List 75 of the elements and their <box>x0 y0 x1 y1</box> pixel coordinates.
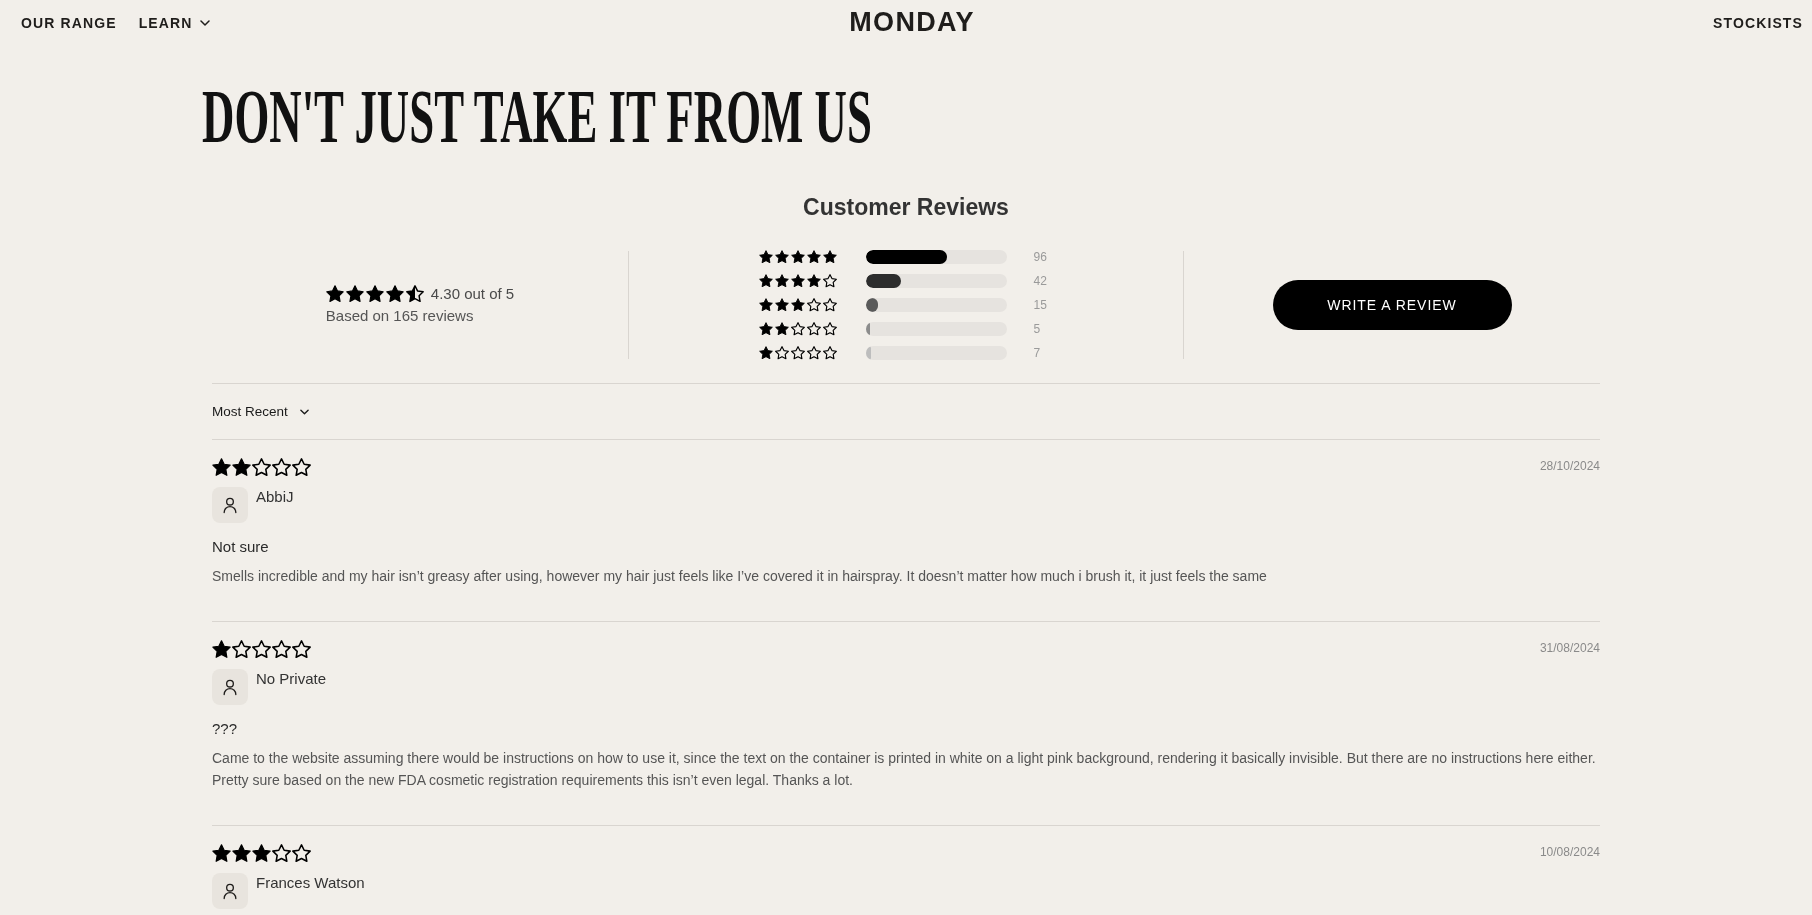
person-icon <box>212 873 248 909</box>
star-outline-icon <box>806 346 821 360</box>
star-icon <box>212 640 231 659</box>
chevron-down-icon <box>299 408 309 415</box>
star-outline-icon <box>822 322 837 336</box>
star-icon <box>232 458 251 477</box>
star-icon <box>806 274 821 288</box>
section-title: Customer Reviews <box>802 193 1010 221</box>
star-icon <box>806 250 821 264</box>
star-outline-icon <box>774 346 789 360</box>
nav-link[interactable]: STOCKISTS <box>1713 15 1803 30</box>
star-outline-icon <box>252 458 271 477</box>
star-outline-icon <box>292 458 311 477</box>
sort-dropdown[interactable]: Most Recent <box>212 402 309 421</box>
star-icon <box>758 298 773 312</box>
page-heading: DON'T JUST TAKE IT FROM US <box>202 78 872 154</box>
review-title: ??? <box>212 719 239 739</box>
reviewer-name: AbbiJ <box>256 487 294 507</box>
star-icon <box>758 346 773 360</box>
rating-count: 15 <box>1033 297 1048 313</box>
star-icon <box>774 322 789 336</box>
star-icon <box>325 285 344 303</box>
review-body: Smells incredible and my hair isn’t greasy after using, however my hair just feels like I’ve covered it in hairspray. It doesn’t matter how much i brush it, it just feels the same <box>212 567 1268 586</box>
star-icon <box>345 285 364 303</box>
average-rating: 4.30 out of 5 <box>430 284 515 304</box>
star-outline-icon <box>292 844 311 863</box>
review-title: Not sure <box>212 537 270 557</box>
star-icon <box>758 274 773 288</box>
star-outline-icon <box>790 346 805 360</box>
star-outline-icon <box>822 274 837 288</box>
person-icon <box>212 669 248 705</box>
star-outline-icon <box>232 640 251 659</box>
star-outline-icon <box>806 298 821 312</box>
star-icon <box>365 285 384 303</box>
star-icon <box>774 298 789 312</box>
star-icon <box>385 285 404 303</box>
star-icon <box>774 274 789 288</box>
star-icon <box>212 844 231 863</box>
nav-dropdown[interactable]: LEARN <box>138 15 211 30</box>
star-icon <box>790 298 805 312</box>
star-icon <box>758 250 773 264</box>
star-outline-icon <box>822 298 837 312</box>
review-date: 31/08/2024 <box>1539 640 1600 656</box>
star-outline-icon <box>252 640 271 659</box>
review-body: Came to the website assuming there would be instructions on how to use it, since the text on the container is printed in white on a light pink background, rendering it basically invisible. But there are no instructions here either. Pretty sure based on the new FDA cosmetic registration requirements this isn’t even legal. Thanks a lot. <box>212 749 1597 790</box>
star-icon <box>790 274 805 288</box>
rating-count: 96 <box>1033 249 1048 265</box>
star-icon <box>774 250 789 264</box>
star-outline-icon <box>292 640 311 659</box>
write-review-button[interactable]: WRITE A REVIEW <box>1272 280 1512 330</box>
star-icon <box>252 844 271 863</box>
star-outline-icon <box>272 458 291 477</box>
review-date: 10/08/2024 <box>1539 844 1600 860</box>
star-outline-icon <box>822 346 837 360</box>
rating-count: 5 <box>1033 321 1042 337</box>
rating-count: 7 <box>1033 345 1042 361</box>
star-icon <box>212 458 231 477</box>
person-icon <box>212 487 248 523</box>
star-outline-icon <box>790 322 805 336</box>
star-outline-icon <box>272 640 291 659</box>
star-icon <box>790 250 805 264</box>
reviewer-name: No Private <box>256 669 327 689</box>
star-outline-icon <box>272 844 291 863</box>
chevron-down-icon <box>200 19 211 26</box>
rating-count: 42 <box>1033 273 1048 289</box>
nav-link[interactable]: OUR RANGE <box>21 15 117 30</box>
star-icon <box>232 844 251 863</box>
star-outline-icon <box>806 322 821 336</box>
half-star-icon <box>405 285 424 303</box>
star-icon <box>822 250 837 264</box>
star-icon <box>758 322 773 336</box>
reviewer-name: Frances Watson <box>256 873 365 893</box>
review-date: 28/10/2024 <box>1539 458 1600 474</box>
review-count: Based on 165 reviews <box>325 306 475 326</box>
brand-logo[interactable]: MONDAY <box>849 9 975 36</box>
